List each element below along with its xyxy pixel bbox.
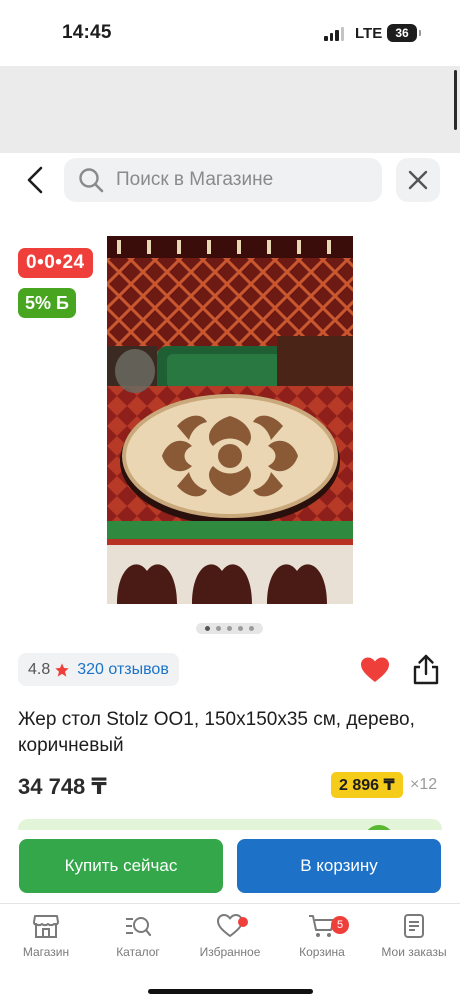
network-type: LTE <box>355 25 383 42</box>
signal-icon <box>324 27 344 41</box>
status-time: 14:45 <box>62 22 112 43</box>
battery-level: 36 <box>395 26 409 40</box>
carousel-dot[interactable] <box>216 626 221 631</box>
carousel-dot[interactable] <box>205 626 210 631</box>
favorites-dot <box>238 917 248 927</box>
tab-catalog[interactable]: Каталог <box>92 912 184 964</box>
back-button[interactable] <box>20 163 50 197</box>
status-bar: 14:45 LTE 36 <box>0 0 460 66</box>
heart-filled-icon <box>361 657 389 682</box>
share-button[interactable] <box>411 654 441 686</box>
battery-icon: 36 <box>387 24 421 42</box>
tab-orders[interactable]: Мои заказы <box>368 912 460 964</box>
orders-icon <box>404 914 424 938</box>
bottom-tab-bar: Магазин Каталог Избранное 5 Корзина Мои … <box>0 903 460 1000</box>
tab-label: Избранное <box>199 945 261 959</box>
tab-label: Магазин <box>22 945 70 959</box>
close-icon <box>408 170 428 190</box>
catalog-search-icon <box>126 917 152 937</box>
product-photo <box>107 236 353 604</box>
buy-now-button[interactable]: Купить сейчас <box>19 839 223 893</box>
search-icon <box>79 168 104 193</box>
tab-cart[interactable]: 5 Корзина <box>276 912 368 964</box>
carousel-dot[interactable] <box>249 626 254 631</box>
search-input[interactable] <box>116 169 366 191</box>
product-price: 34 748 ₸ <box>18 774 107 799</box>
tab-label: Каталог <box>116 945 160 959</box>
home-indicator <box>148 989 313 994</box>
tab-label: Корзина <box>299 945 345 959</box>
banner-scrollbar[interactable] <box>454 70 457 130</box>
rating-value: 4.8 <box>28 660 51 678</box>
star-icon <box>55 662 69 677</box>
tab-favorites[interactable]: Избранное <box>184 912 276 964</box>
add-to-cart-button[interactable]: В корзину <box>237 839 441 893</box>
cart-badge: 5 <box>331 916 349 934</box>
carousel-dot[interactable] <box>227 626 232 631</box>
chevron-left-icon <box>27 166 43 194</box>
store-icon <box>33 915 59 938</box>
tab-store[interactable]: Магазин <box>0 912 92 964</box>
installment-term: ×12 <box>410 776 438 793</box>
search-box[interactable] <box>64 158 382 202</box>
share-icon <box>413 654 439 685</box>
top-banner <box>0 66 460 153</box>
reviews-link[interactable]: 320 отзывов <box>77 661 169 679</box>
carousel-dot[interactable] <box>238 626 243 631</box>
bonus-badge: 5% Б <box>18 288 76 318</box>
carousel-indicator[interactable] <box>196 623 263 634</box>
timer-badge: 0•0•24 <box>18 248 93 278</box>
product-title: Жер стол Stolz OO1, 150x150x35 см, дерев… <box>18 709 415 756</box>
favorite-button[interactable] <box>360 656 390 686</box>
action-bar: Купить сейчас В корзину <box>0 830 460 902</box>
tab-label: Мои заказы <box>381 945 447 959</box>
installment-badge[interactable]: 2 896 ₸ <box>331 772 403 798</box>
product-image[interactable] <box>107 236 353 604</box>
rating-chip[interactable]: 4.8 320 отзывов <box>18 653 179 686</box>
close-button[interactable] <box>396 158 440 202</box>
